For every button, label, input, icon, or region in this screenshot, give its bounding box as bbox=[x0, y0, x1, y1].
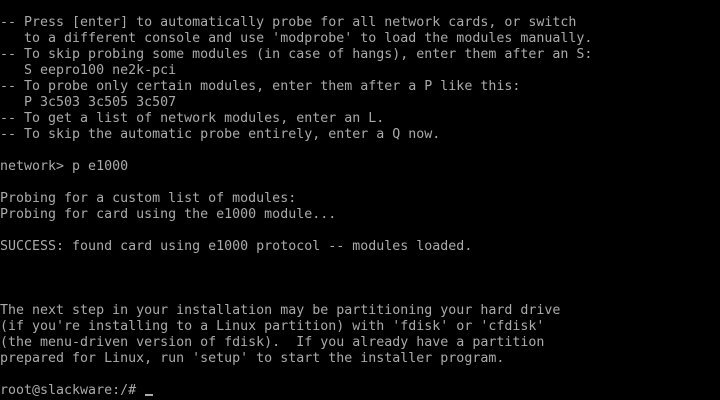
next-step-line-2: (if you're installing to a Linux partiti… bbox=[0, 319, 545, 334]
probing-list-line: Probing for a custom list of modules: bbox=[0, 191, 297, 206]
text-cursor bbox=[145, 394, 154, 396]
success-message-line: SUCCESS: found card using e1000 protocol… bbox=[0, 239, 473, 254]
shell-prompt: root@slackware:/# bbox=[0, 383, 145, 398]
shell-prompt-line[interactable]: root@slackware:/# bbox=[0, 383, 154, 399]
help-line-list-modules: -- To get a list of network modules, ent… bbox=[0, 111, 385, 126]
terminal-screen[interactable]: -- Press [enter] to automatically probe … bbox=[0, 0, 720, 400]
help-line-skip-example: S eepro100 ne2k-pci bbox=[0, 63, 177, 78]
help-line-skip-probing: -- To skip probing some modules (in case… bbox=[0, 47, 593, 62]
help-line-probe-certain: -- To probe only certain modules, enter … bbox=[0, 79, 521, 94]
help-line-skip-all: -- To skip the automatic probe entirely,… bbox=[0, 127, 441, 142]
next-step-line-3: (the menu-driven version of fdisk). If y… bbox=[0, 335, 545, 350]
probing-card-line: Probing for card using the e1000 module.… bbox=[0, 207, 337, 222]
next-step-line-1: The next step in your installation may b… bbox=[0, 303, 561, 318]
help-line-modprobe: to a different console and use 'modprobe… bbox=[0, 31, 593, 46]
help-line-probe-example: P 3c503 3c505 3c507 bbox=[0, 95, 177, 110]
help-line-press-enter: -- Press [enter] to automatically probe … bbox=[0, 15, 577, 30]
next-step-line-4: prepared for Linux, run 'setup' to start… bbox=[0, 351, 505, 366]
network-prompt-line: network> p e1000 bbox=[0, 159, 129, 174]
